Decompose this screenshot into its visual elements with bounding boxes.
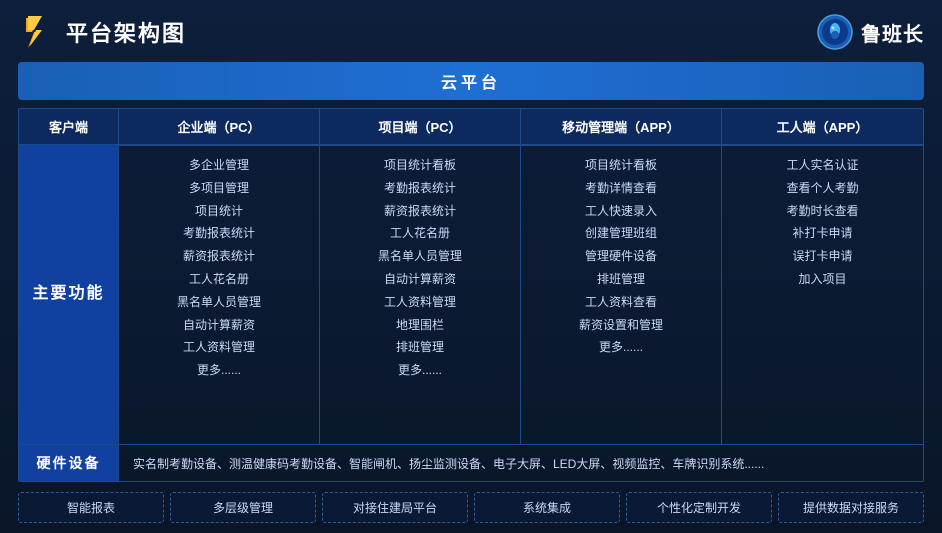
project-feature-list: 项目统计看板 考勤报表统计 薪资报表统计 工人花名册 黑名单人员管理 自动计算薪… <box>330 154 510 382</box>
brand-logo: 鲁班长 <box>817 14 924 50</box>
page-title: 平台架构图 <box>66 16 186 48</box>
list-item: 工人快速录入 <box>531 200 711 223</box>
list-item: 薪资设置和管理 <box>531 314 711 337</box>
column-headers: 客户端 企业端（PC） 项目端（PC） 移动管理端（APP） 工人端（APP） <box>19 109 923 145</box>
list-item: 更多...... <box>330 359 510 382</box>
cloud-platform-bar: 云平台 <box>18 62 924 100</box>
list-item: 管理硬件设备 <box>531 245 711 268</box>
list-item: 考勤报表统计 <box>129 222 309 245</box>
list-item: 更多...... <box>129 359 309 382</box>
list-item: 工人资料管理 <box>129 336 309 359</box>
bottom-features: 智能报表 多层级管理 对接住建局平台 系统集成 个性化定制开发 提供数据对接服务 <box>18 492 924 523</box>
list-item: 项目统计看板 <box>531 154 711 177</box>
list-item: 更多...... <box>531 336 711 359</box>
list-item: 项目统计看板 <box>330 154 510 177</box>
list-item: 误打卡申请 <box>732 245 913 268</box>
project-features: 项目统计看板 考勤报表统计 薪资报表统计 工人花名册 黑名单人员管理 自动计算薪… <box>320 145 521 444</box>
header: 平台架构图 鲁班长 <box>18 10 924 54</box>
feature-custom: 个性化定制开发 <box>626 492 772 523</box>
worker-feature-list: 工人实名认证 查看个人考勤 考勤时长查看 补打卡申请 误打卡申请 加入项目 <box>732 154 913 291</box>
list-item: 薪资报表统计 <box>330 200 510 223</box>
list-item: 薪资报表统计 <box>129 245 309 268</box>
list-item: 工人资料管理 <box>330 291 510 314</box>
enterprise-feature-list: 多企业管理 多项目管理 项目统计 考勤报表统计 薪资报表统计 工人花名册 黑名单… <box>129 154 309 382</box>
list-item: 考勤详情查看 <box>531 177 711 200</box>
col-client: 客户端 <box>19 109 119 145</box>
list-item: 工人花名册 <box>330 222 510 245</box>
list-item: 考勤时长查看 <box>732 200 913 223</box>
worker-features: 工人实名认证 查看个人考勤 考勤时长查看 补打卡申请 误打卡申请 加入项目 <box>722 145 923 444</box>
list-item: 排班管理 <box>531 268 711 291</box>
list-item: 工人花名册 <box>129 268 309 291</box>
list-item: 多项目管理 <box>129 177 309 200</box>
mobile-features: 项目统计看板 考勤详情查看 工人快速录入 创建管理班组 管理硬件设备 排班管理 … <box>521 145 722 444</box>
list-item: 地理围栏 <box>330 314 510 337</box>
feature-data-service: 提供数据对接服务 <box>778 492 924 523</box>
list-item: 自动计算薪资 <box>129 314 309 337</box>
mobile-feature-list: 项目统计看板 考勤详情查看 工人快速录入 创建管理班组 管理硬件设备 排班管理 … <box>531 154 711 359</box>
list-item: 查看个人考勤 <box>732 177 913 200</box>
list-item: 多企业管理 <box>129 154 309 177</box>
list-item: 黑名单人员管理 <box>330 245 510 268</box>
col-mobile-app: 移动管理端（APP） <box>521 109 722 145</box>
feature-smart-report: 智能报表 <box>18 492 164 523</box>
logo-icon <box>18 14 54 50</box>
list-item: 补打卡申请 <box>732 222 913 245</box>
main-container: 平台架构图 鲁班长 云平台 客户端 企业端（PC） 项目端（PC） 移动管理端（… <box>0 0 942 533</box>
list-item: 工人资料查看 <box>531 291 711 314</box>
brand-name: 鲁班长 <box>861 18 924 47</box>
feature-housing: 对接住建局平台 <box>322 492 468 523</box>
list-item: 自动计算薪资 <box>330 268 510 291</box>
list-item: 加入项目 <box>732 268 913 291</box>
feature-integration: 系统集成 <box>474 492 620 523</box>
enterprise-features: 多企业管理 多项目管理 项目统计 考勤报表统计 薪资报表统计 工人花名册 黑名单… <box>119 145 320 444</box>
hardware-content: 实名制考勤设备、测温健康码考勤设备、智能闸机、扬尘监测设备、电子大屏、LED大屏… <box>119 445 923 481</box>
row-main-function-label: 主要功能 <box>19 145 119 444</box>
list-item: 黑名单人员管理 <box>129 291 309 314</box>
list-item: 考勤报表统计 <box>330 177 510 200</box>
hardware-label: 硬件设备 <box>19 445 119 481</box>
feature-multilevel: 多层级管理 <box>170 492 316 523</box>
col-project-pc: 项目端（PC） <box>320 109 521 145</box>
col-enterprise: 企业端（PC） <box>119 109 320 145</box>
main-table: 客户端 企业端（PC） 项目端（PC） 移动管理端（APP） 工人端（APP） … <box>18 108 924 482</box>
list-item: 创建管理班组 <box>531 222 711 245</box>
content-row: 主要功能 多企业管理 多项目管理 项目统计 考勤报表统计 薪资报表统计 工人花名… <box>19 145 923 444</box>
brand-icon <box>817 14 853 50</box>
header-left: 平台架构图 <box>18 14 186 50</box>
hardware-row: 硬件设备 实名制考勤设备、测温健康码考勤设备、智能闸机、扬尘监测设备、电子大屏、… <box>19 444 923 481</box>
list-item: 项目统计 <box>129 200 309 223</box>
col-worker-app: 工人端（APP） <box>722 109 923 145</box>
list-item: 排班管理 <box>330 336 510 359</box>
list-item: 工人实名认证 <box>732 154 913 177</box>
